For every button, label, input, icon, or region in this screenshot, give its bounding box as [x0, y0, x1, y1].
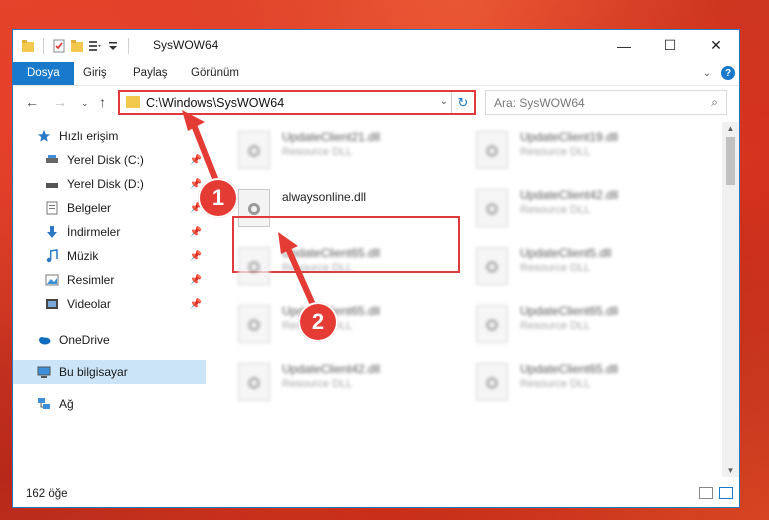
annotation-arrows — [182, 110, 321, 319]
step-1-badge: 1 — [198, 178, 238, 218]
step-2-badge: 2 — [298, 302, 338, 342]
